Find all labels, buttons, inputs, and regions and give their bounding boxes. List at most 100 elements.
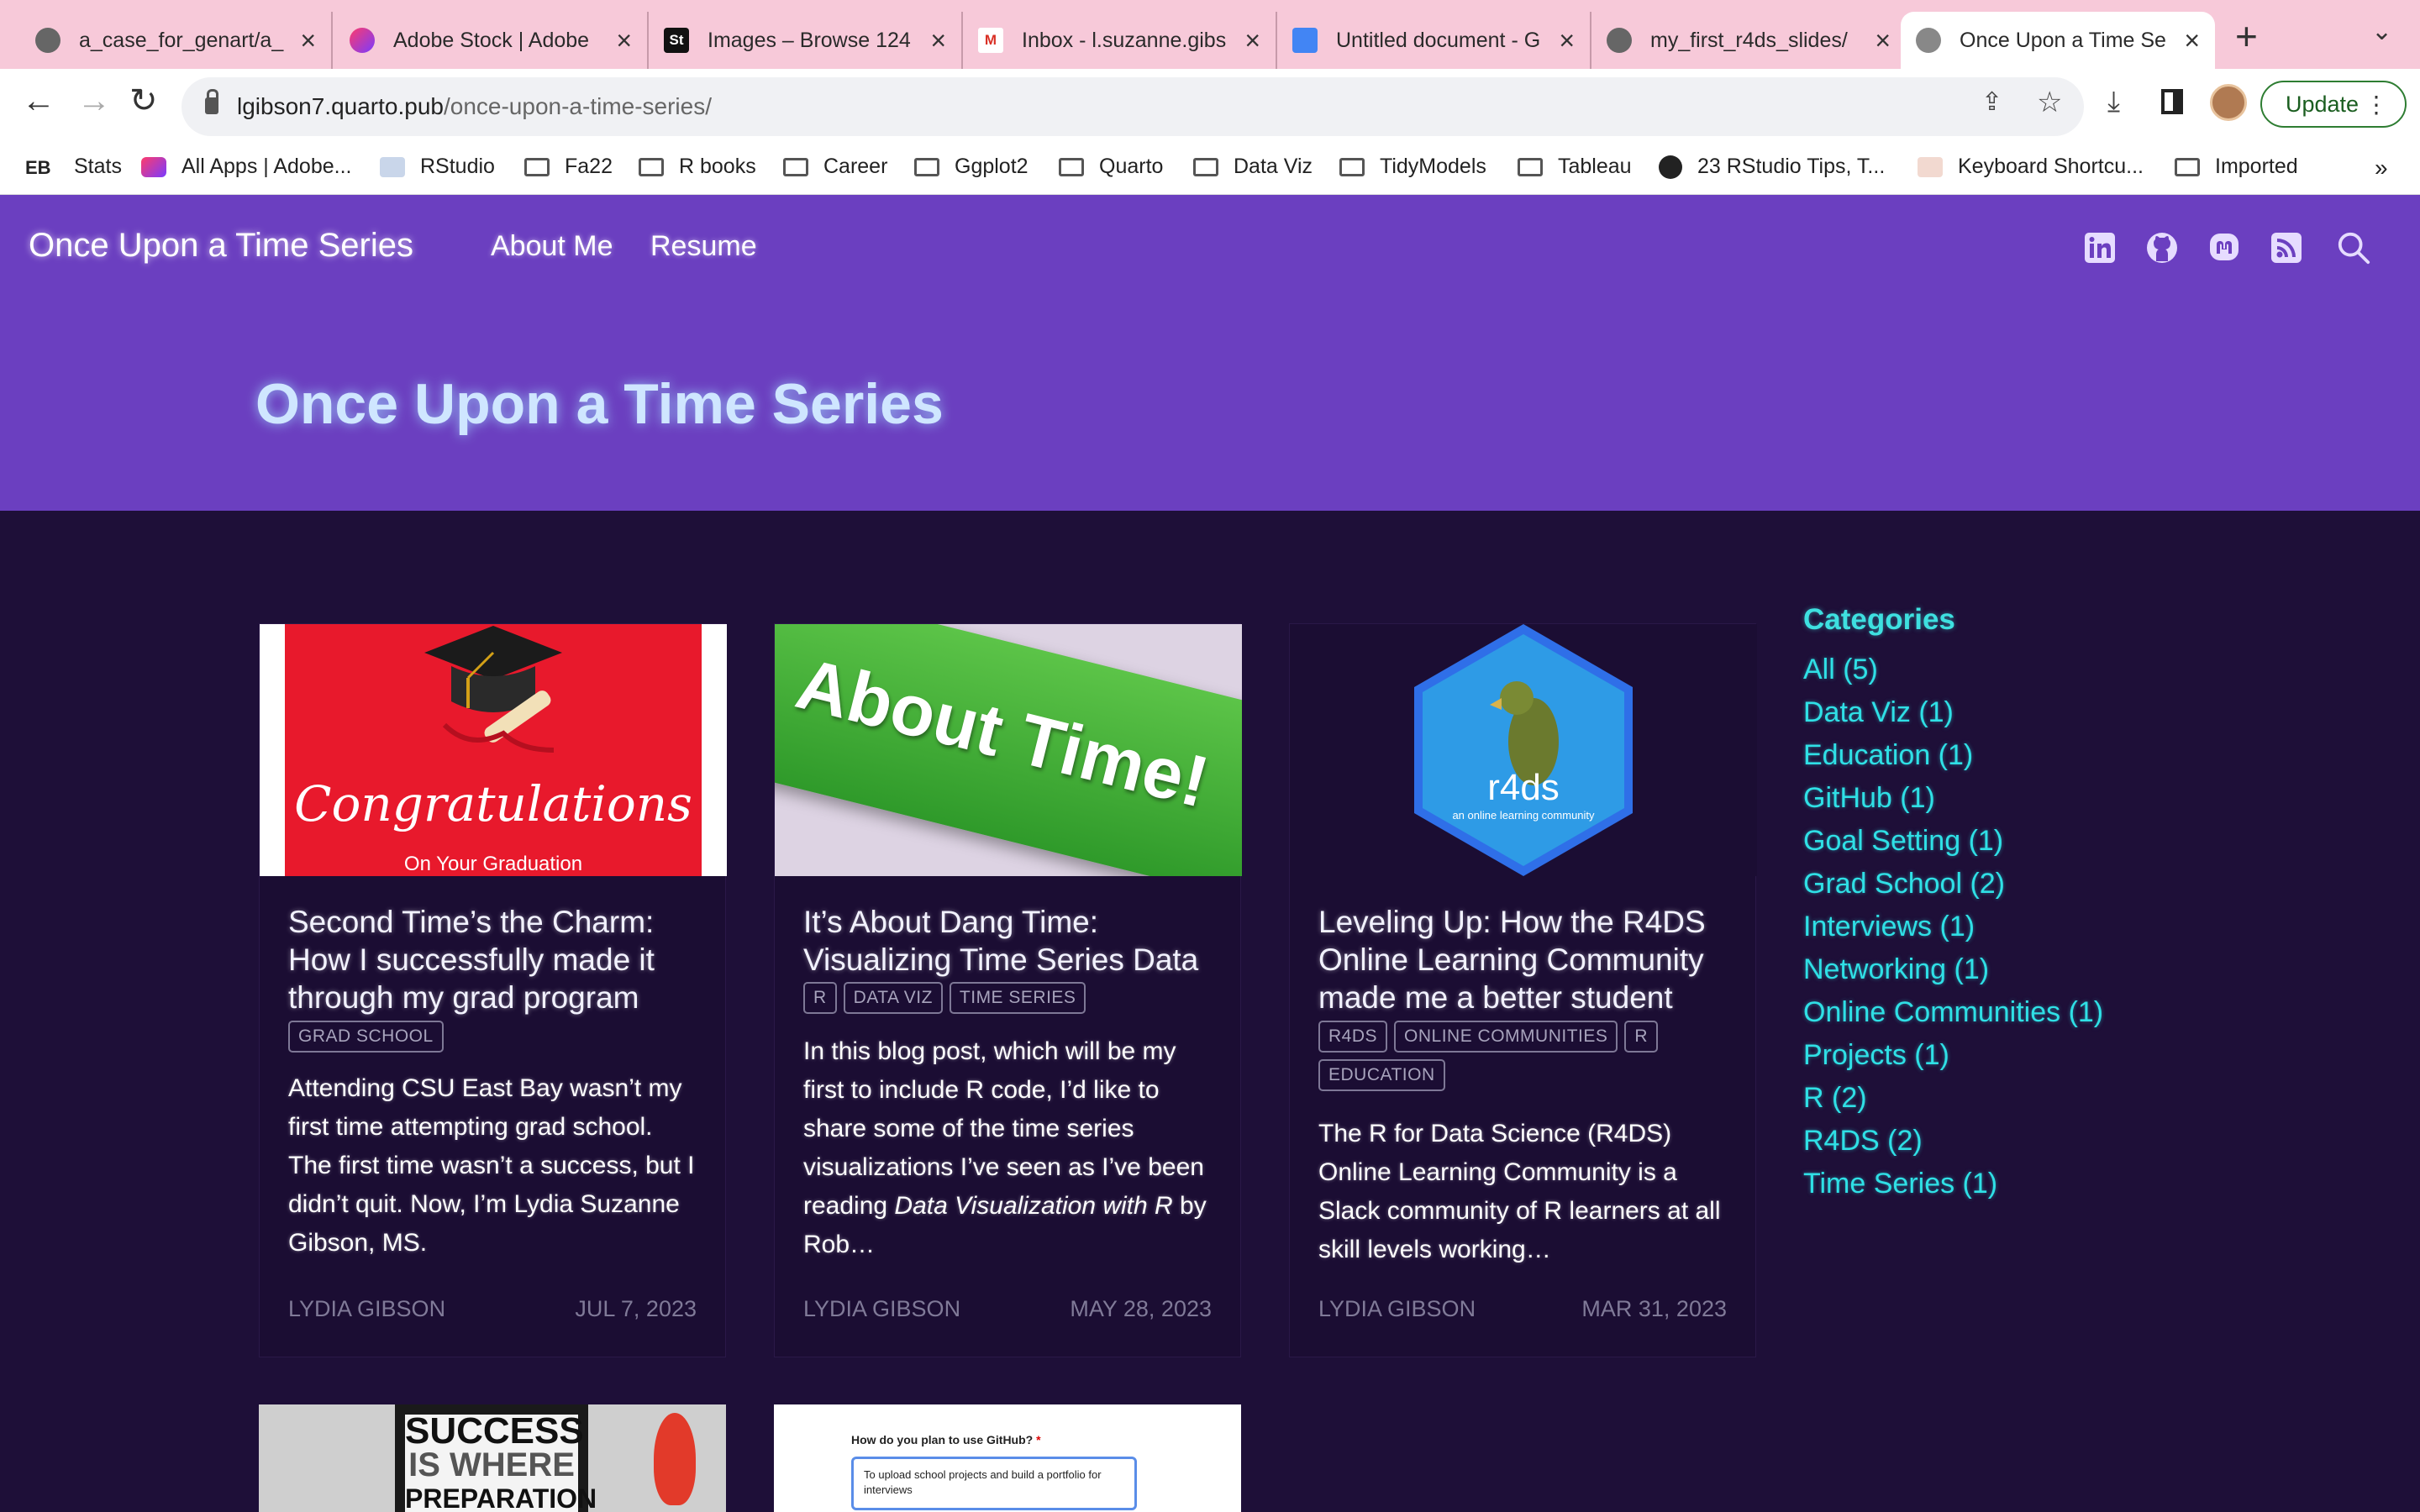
bookmark-career[interactable]: Career bbox=[783, 155, 887, 179]
bookmark-keyboard-shortcuts[interactable]: Keyboard Shortcu... bbox=[1918, 155, 2144, 179]
post-title[interactable]: Second Time’s the Charm: How I successfu… bbox=[288, 903, 708, 1016]
category-link-projects[interactable]: Projects (1) bbox=[1803, 1034, 2173, 1077]
bookmark-label: Tableau bbox=[1558, 155, 1632, 178]
tab-active-once-upon[interactable]: Once Upon a Time Se × bbox=[1901, 12, 2215, 69]
category-link-goal-setting[interactable]: Goal Setting (1) bbox=[1803, 820, 2173, 863]
mastodon-icon[interactable] bbox=[2207, 230, 2242, 265]
category-badge[interactable]: R4DS bbox=[1318, 1021, 1388, 1053]
post-thumbnail-r4ds[interactable]: r4ds an online learning community bbox=[1290, 624, 1757, 876]
tab-adobe-images[interactable]: St Images – Browse 124 × bbox=[649, 12, 963, 69]
menu-kebab-icon[interactable]: ⋮ bbox=[2365, 91, 2388, 118]
category-link-r[interactable]: R (2) bbox=[1803, 1077, 2173, 1120]
lock-icon[interactable] bbox=[205, 89, 218, 114]
bookmark-fa22[interactable]: Fa22 bbox=[524, 155, 613, 179]
bookmark-label: All Apps | Adobe... bbox=[182, 155, 352, 178]
bookmark-ggplot2[interactable]: Ggplot2 bbox=[914, 155, 1028, 179]
book-title: Data Visualization with R bbox=[894, 1192, 1173, 1220]
bookmark-imported[interactable]: Imported bbox=[2175, 155, 2298, 179]
bookmark-tableau[interactable]: Tableau bbox=[1518, 155, 1632, 179]
category-link-networking[interactable]: Networking (1) bbox=[1803, 948, 2173, 991]
post-date: MAR 31, 2023 bbox=[1581, 1296, 1727, 1321]
post-thumbnail-github-form[interactable]: How do you plan to use GitHub? * To uplo… bbox=[774, 1404, 1241, 1512]
bookmark-r-books[interactable]: R books bbox=[639, 155, 756, 179]
search-icon[interactable] bbox=[2336, 230, 2371, 265]
update-button[interactable]: Update ⋮ bbox=[2260, 81, 2407, 128]
bookmark-data-viz[interactable]: Data Viz bbox=[1193, 155, 1313, 179]
bookmark-label: Fa22 bbox=[565, 155, 613, 178]
tab-github-slides[interactable]: my_first_r4ds_slides/ × bbox=[1591, 12, 1906, 69]
category-link-all[interactable]: All (5) bbox=[1803, 648, 2173, 691]
share-icon[interactable]: ⇪ bbox=[1981, 87, 2002, 117]
avatar[interactable] bbox=[2210, 84, 2247, 121]
close-tab-icon[interactable]: × bbox=[2184, 25, 2200, 56]
tab-adobe-stock[interactable]: Adobe Stock | Adobe × bbox=[334, 12, 649, 69]
category-link-education[interactable]: Education (1) bbox=[1803, 734, 2173, 777]
post-card[interactable]: r4ds an online learning community Leveli… bbox=[1289, 623, 1757, 1357]
eb-icon: EB bbox=[25, 156, 51, 178]
category-link-grad-school[interactable]: Grad School (2) bbox=[1803, 863, 2173, 906]
post-title[interactable]: Leveling Up: How the R4DS Online Learnin… bbox=[1318, 903, 1739, 1016]
bookmark-rstudio-tips[interactable]: 23 RStudio Tips, T... bbox=[1659, 155, 1885, 179]
adobe-cc-icon bbox=[350, 28, 375, 53]
tab-github-genart[interactable]: a_case_for_genart/a_ × bbox=[20, 12, 333, 69]
category-link-online-communities[interactable]: Online Communities (1) bbox=[1803, 991, 2173, 1034]
close-tab-icon[interactable]: × bbox=[930, 25, 946, 56]
close-tab-icon[interactable]: × bbox=[300, 25, 316, 56]
post-thumbnail-success[interactable]: SUCCESS IS WHERE PREPARATION bbox=[259, 1404, 726, 1512]
post-thumbnail-graduation[interactable]: Congratulations On Your Graduation bbox=[260, 624, 727, 876]
site-brand[interactable]: Once Upon a Time Series bbox=[29, 227, 413, 265]
close-tab-icon[interactable]: × bbox=[1875, 25, 1891, 56]
category-link-r4ds[interactable]: R4DS (2) bbox=[1803, 1120, 2173, 1163]
new-tab-icon[interactable]: + bbox=[2235, 13, 2258, 59]
bookmark-stats[interactable]: EB Stats bbox=[25, 155, 122, 179]
tab-gmail[interactable]: M Inbox - l.suzanne.gibs × bbox=[963, 12, 1277, 69]
bookmark-rstudio[interactable]: RStudio bbox=[380, 155, 495, 179]
adobe-cc-icon bbox=[141, 156, 166, 177]
reload-icon[interactable]: ↻ bbox=[129, 84, 158, 118]
forward-icon[interactable]: → bbox=[77, 84, 111, 118]
category-badge[interactable]: R bbox=[803, 982, 837, 1014]
bookmark-label: R books bbox=[679, 155, 756, 178]
rss-icon[interactable] bbox=[2269, 230, 2304, 265]
category-link-interviews[interactable]: Interviews (1) bbox=[1803, 906, 2173, 948]
rstudio-icon bbox=[380, 156, 405, 177]
post-title[interactable]: It’s About Dang Time: Visualizing Time S… bbox=[803, 903, 1223, 979]
tab-google-docs[interactable]: Untitled document - G × bbox=[1277, 12, 1591, 69]
category-badge[interactable]: DATA VIZ bbox=[843, 982, 943, 1014]
close-tab-icon[interactable]: × bbox=[1244, 25, 1260, 56]
bookmark-quarto[interactable]: Quarto bbox=[1059, 155, 1163, 179]
github-icon[interactable] bbox=[2144, 230, 2180, 265]
chevron-down-icon[interactable]: ⌄ bbox=[2371, 17, 2392, 46]
post-author: LYDIA GIBSON bbox=[288, 1296, 446, 1321]
category-link-time-series[interactable]: Time Series (1) bbox=[1803, 1163, 2173, 1205]
address-bar[interactable]: lgibson7.quarto.pub/once-upon-a-time-ser… bbox=[182, 77, 2084, 136]
post-card[interactable]: Congratulations On Your Graduation Secon… bbox=[259, 623, 727, 1357]
post-card[interactable]: About Time! It’s About Dang Time: Visual… bbox=[774, 623, 1242, 1357]
category-link-data-viz[interactable]: Data Viz (1) bbox=[1803, 691, 2173, 734]
categories-heading: Categories bbox=[1803, 603, 1955, 636]
side-panel-icon[interactable] bbox=[2161, 89, 2183, 114]
nav-about-me[interactable]: About Me bbox=[491, 230, 613, 263]
page-header: Once Upon a Time Series bbox=[0, 304, 2420, 511]
more-bookmarks-icon[interactable]: » bbox=[2375, 155, 2388, 181]
category-badge[interactable]: ONLINE COMMUNITIES bbox=[1394, 1021, 1618, 1053]
linkedin-icon[interactable] bbox=[2082, 230, 2118, 265]
category-badge[interactable]: EDUCATION bbox=[1318, 1059, 1445, 1091]
category-badge[interactable]: TIME SERIES bbox=[949, 982, 1086, 1014]
close-tab-icon[interactable]: × bbox=[616, 25, 632, 56]
bookmark-adobe-apps[interactable]: All Apps | Adobe... bbox=[141, 155, 351, 179]
nav-resume[interactable]: Resume bbox=[650, 230, 757, 263]
bookmark-tidymodels[interactable]: TidyModels bbox=[1339, 155, 1486, 179]
close-tab-icon[interactable]: × bbox=[1559, 25, 1575, 56]
back-icon[interactable]: ← bbox=[22, 84, 55, 118]
category-badge[interactable]: R bbox=[1624, 1021, 1659, 1053]
url-host: lgibson7.quarto.pub bbox=[237, 93, 444, 119]
url-text: lgibson7.quarto.pub/once-upon-a-time-ser… bbox=[237, 93, 712, 120]
folder-icon bbox=[914, 157, 939, 176]
download-icon[interactable]: ⤓ bbox=[2107, 86, 2120, 118]
category-link-github[interactable]: GitHub (1) bbox=[1803, 777, 2173, 820]
post-thumbnail-about-time[interactable]: About Time! bbox=[775, 624, 1242, 876]
folder-icon bbox=[1518, 157, 1543, 176]
bookmark-star-icon[interactable]: ☆ bbox=[2037, 86, 2062, 119]
category-badge[interactable]: GRAD SCHOOL bbox=[288, 1021, 444, 1053]
